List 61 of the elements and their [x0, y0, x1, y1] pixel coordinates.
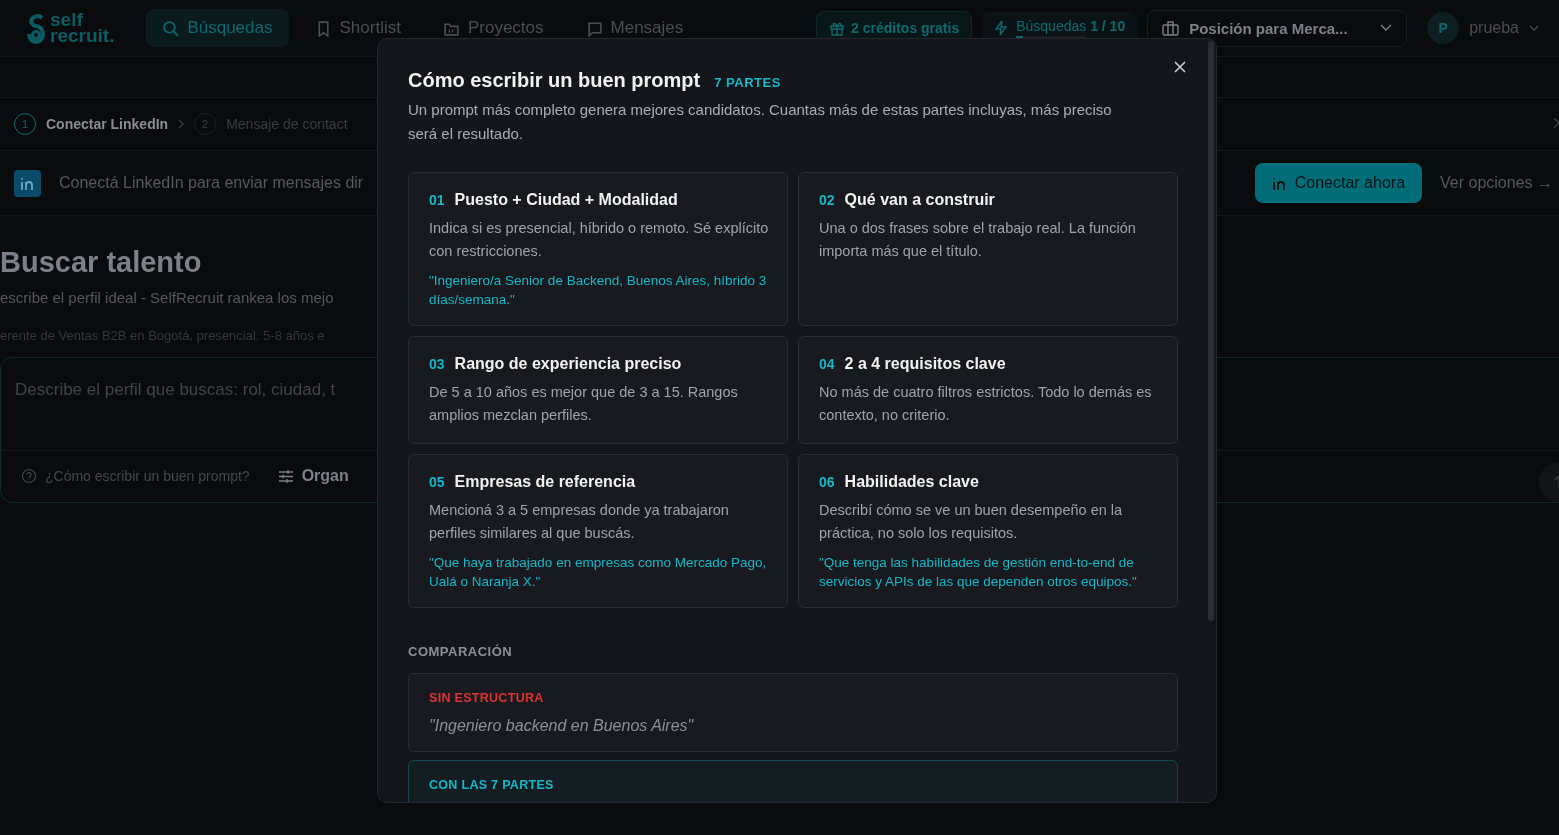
tip-description: Mencioná 3 a 5 empresas donde ya trabajaron perfiles similares al que buscás.: [429, 501, 730, 543]
logo-text: self recruit.: [50, 12, 115, 44]
close-icon: [1174, 61, 1186, 73]
tip-title: Habilidades clave: [844, 473, 979, 491]
gift-icon: [829, 20, 846, 36]
comparison-example: "Ingeniero backend en Buenos Aires": [429, 717, 695, 735]
user-name[interactable]: prueba: [1469, 19, 1519, 37]
chevron-right-icon: [178, 119, 185, 129]
connect-button[interactable]: Conectar ahora: [1254, 163, 1423, 203]
tip-description: Describí cómo se ve un buen desempeño en la práctica, no solo los requisitos.: [819, 501, 1124, 543]
nav-tab[interactable]: Búsquedas: [146, 9, 289, 47]
tip-title: Puesto + Ciudad + Modalidad: [454, 191, 678, 209]
tip-description: De 5 a 10 años es mejor que de 3 a 15. Rangos amplios mezclan perfiles.: [429, 383, 739, 425]
options-link[interactable]: Ver opciones →: [1440, 174, 1553, 192]
tip-number: 01: [429, 192, 445, 208]
nav-tab[interactable]: Shortlist: [298, 9, 417, 47]
tip-number: 04: [819, 356, 835, 372]
nav-tab[interactable]: Mensajes: [569, 9, 700, 47]
comparison-label: CON LAS 7 PARTES: [429, 778, 555, 792]
tip-example: "Que haya trabajado en empresas como Mercado Pago, Ualá o Naranja X.": [429, 554, 768, 591]
linkedin-icon: [14, 169, 41, 197]
dialog-title: Cómo escribir un buen prompt: [408, 69, 701, 92]
section-heading: COMPARACIÓN: [408, 644, 514, 659]
tip-title: Qué van a construir: [844, 191, 995, 209]
chat-icon: [585, 19, 603, 37]
tip-title: Empresas de referencia: [454, 473, 636, 491]
search-icon: [162, 19, 180, 37]
tip-example: "Que tenga las habilidades de gestión end-to-end de servicios y APIs de las que dependen otros equipos.": [819, 554, 1138, 591]
page-subtitle: escribe el perfil ideal - SelfRecruit rankea los mejo: [0, 289, 334, 306]
tip-number: 05: [429, 474, 445, 490]
tip-number: 02: [819, 192, 835, 208]
help-link[interactable]: ¿Cómo escribir un buen prompt?: [45, 468, 250, 484]
dialog-intro: Un prompt más completo genera mejores candidatos. Cuantas más de estas partes incluyas, más preciso será el resultado.: [408, 100, 1113, 144]
comparison-label: SIN ESTRUCTURA: [429, 691, 545, 705]
lightning-icon: [994, 20, 1009, 36]
scrollbar[interactable]: [1208, 41, 1214, 621]
tip-description: Una o dos frases sobre el trabajo real. La función importa más que el título.: [819, 219, 1137, 261]
tip-description: No más de cuatro filtros estrictos. Todo lo demás es contexto, no criterio.: [819, 383, 1153, 425]
briefcase-icon: [1162, 20, 1180, 36]
sliders-icon: [277, 468, 294, 484]
chevron-down-icon: [1380, 24, 1393, 32]
close-button[interactable]: [1174, 61, 1186, 73]
close-icon[interactable]: [1553, 117, 1559, 129]
step-label[interactable]: Conectar LinkedIn: [46, 116, 169, 132]
tip-number: 06: [819, 474, 835, 490]
parts-count: 7 PARTES: [714, 75, 781, 90]
tip-example: "Ingeniero/a Senior de Backend, Buenos Aires, híbrido 3 días/semana.": [429, 272, 768, 309]
tip-title: Rango de experiencia preciso: [454, 355, 682, 373]
nav-tab[interactable]: Proyectos: [426, 9, 560, 47]
tip-title: 2 a 4 requisitos clave: [844, 355, 1006, 373]
linkedin-icon: [1271, 176, 1287, 190]
chevron-down-icon: [1529, 24, 1539, 32]
tip-number: 03: [429, 356, 445, 372]
banner-text: Conectá LinkedIn para enviar mensajes dir: [59, 174, 364, 192]
tip-description: Indica si es presencial, híbrido o remoto. Sé explícito con restricciones.: [429, 219, 769, 261]
page-title: Buscar talento: [0, 246, 202, 279]
help-icon[interactable]: [21, 468, 37, 484]
user-avatar[interactable]: P: [1427, 12, 1460, 44]
logo-icon: [26, 12, 46, 44]
organize-button[interactable]: Organ: [301, 467, 349, 485]
searches-label: Búsquedas 1 / 10: [1016, 18, 1126, 34]
